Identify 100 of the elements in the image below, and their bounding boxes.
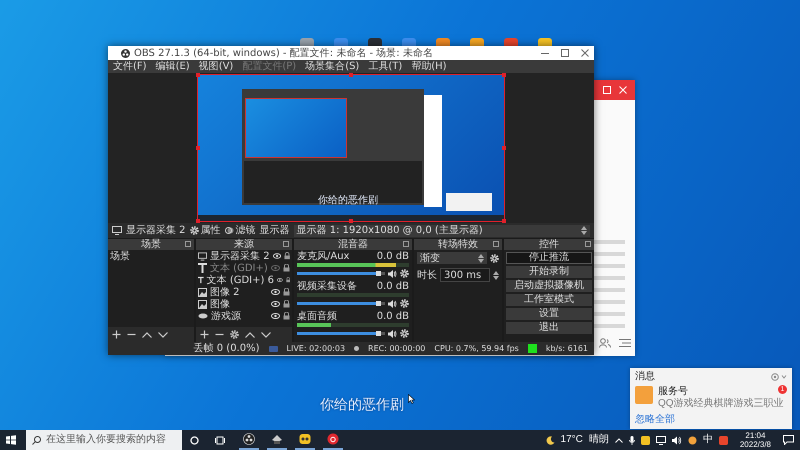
resize-handle[interactable] xyxy=(196,73,200,77)
list-icon[interactable] xyxy=(619,338,631,348)
gear-icon[interactable] xyxy=(230,330,239,339)
gear-icon[interactable] xyxy=(400,269,409,278)
undock-icon[interactable] xyxy=(585,241,591,247)
monitor-icon xyxy=(198,252,208,260)
clock-date: 2022/3/8 xyxy=(740,440,771,449)
lock-icon[interactable] xyxy=(283,264,290,272)
control-button[interactable]: 停止推流 xyxy=(506,252,592,264)
control-button[interactable]: 工作室模式 xyxy=(506,294,592,306)
obs-logo-icon xyxy=(121,48,130,58)
up-down-arrows-icon[interactable] xyxy=(581,226,587,235)
chevron-up-icon[interactable] xyxy=(245,332,255,338)
weather-text: 晴朗 xyxy=(588,434,609,446)
microphone-icon[interactable] xyxy=(628,436,635,444)
bitrate: kb/s: 6161 xyxy=(546,343,588,354)
control-button[interactable]: 退出 xyxy=(506,322,592,334)
undock-icon[interactable] xyxy=(185,241,191,247)
resize-handle[interactable] xyxy=(349,219,353,223)
lock-icon[interactable] xyxy=(286,276,290,284)
scene-item[interactable]: 场景 xyxy=(108,250,194,262)
filters-button[interactable]: 滤镜 xyxy=(224,225,256,236)
obs-app-icon[interactable] xyxy=(243,433,255,445)
source-item[interactable]: 文本 (GDI+) 6 xyxy=(206,274,274,286)
duration-field[interactable]: 300 ms xyxy=(440,268,490,282)
lock-icon[interactable] xyxy=(283,312,290,320)
input-method-indicator[interactable]: 中 xyxy=(702,434,713,446)
lock-icon[interactable] xyxy=(283,288,290,296)
lock-icon[interactable] xyxy=(283,300,290,308)
up-down-arrows-icon[interactable] xyxy=(493,270,499,280)
undock-icon[interactable] xyxy=(283,241,289,247)
plus-icon[interactable] xyxy=(200,330,209,339)
menu-item[interactable]: 视图(V) xyxy=(198,61,234,72)
menu-item[interactable]: 帮助(H) xyxy=(411,61,447,72)
resize-handle[interactable] xyxy=(502,219,506,223)
control-button[interactable]: 开始录制 xyxy=(506,266,592,278)
cpu-usage: CPU: 0.7%, 59.94 fps xyxy=(434,343,519,354)
gear-icon xyxy=(190,226,199,235)
chevron-down-icon[interactable] xyxy=(158,332,168,338)
speaker-icon[interactable] xyxy=(388,300,397,308)
monitor-icon xyxy=(112,226,122,235)
dismiss-all-link[interactable]: 忽略全部 xyxy=(635,414,675,426)
control-button[interactable]: 设置 xyxy=(506,308,592,320)
windows-logo-icon[interactable] xyxy=(6,435,16,445)
maximize-icon[interactable] xyxy=(561,49,569,57)
app-icon[interactable] xyxy=(368,38,382,46)
gear-icon[interactable] xyxy=(400,299,409,308)
resize-handle[interactable] xyxy=(196,146,200,150)
source-item[interactable]: 显示器采集 2 xyxy=(210,250,270,262)
source-item[interactable]: 文本 (GDI+) xyxy=(210,262,268,274)
dock-title: 转场特效 xyxy=(438,239,478,250)
speaker-icon[interactable] xyxy=(388,330,397,338)
network-icon[interactable] xyxy=(656,436,666,444)
resize-handle[interactable] xyxy=(502,73,506,77)
properties-button[interactable]: 属性 xyxy=(190,225,221,236)
app-icon[interactable] xyxy=(538,38,552,46)
face-app-icon[interactable] xyxy=(299,433,311,445)
dropped-frames: 丢帧 0 (0.0%) xyxy=(194,343,260,354)
resize-handle[interactable] xyxy=(196,219,200,223)
task-view-icon[interactable] xyxy=(215,436,225,444)
gear-icon[interactable] xyxy=(400,329,409,338)
music-app-icon[interactable] xyxy=(327,433,339,445)
up-down-arrows-icon[interactable] xyxy=(478,254,484,262)
notification-center-icon[interactable] xyxy=(783,435,794,445)
tray-app-icon[interactable] xyxy=(718,436,728,444)
speaker-icon[interactable] xyxy=(672,436,682,444)
undock-icon[interactable] xyxy=(403,241,409,247)
close-icon[interactable] xyxy=(581,49,589,57)
lock-icon[interactable] xyxy=(284,252,290,260)
menu-item[interactable]: 场景集合(S) xyxy=(305,61,360,72)
people-icon[interactable] xyxy=(599,338,611,348)
gear-icon[interactable] xyxy=(490,254,499,262)
transition-select[interactable]: 渐变 xyxy=(417,252,487,264)
resize-handle[interactable] xyxy=(349,73,353,77)
clock[interactable]: 21:04 2022/3/8 xyxy=(740,431,771,449)
speaker-icon[interactable] xyxy=(388,270,397,278)
eye-shape-icon xyxy=(198,313,208,319)
resize-handle[interactable] xyxy=(502,146,506,150)
chevron-up-icon[interactable] xyxy=(142,332,152,338)
plus-icon[interactable] xyxy=(112,330,121,339)
settings-icon[interactable] xyxy=(771,373,787,381)
search-field[interactable]: 在这里输入你要搜索的内容 xyxy=(26,430,182,450)
undock-icon[interactable] xyxy=(493,241,499,247)
control-button[interactable]: 启动虚拟摄像机 xyxy=(506,280,592,292)
menu-item[interactable]: 编辑(E) xyxy=(156,61,190,72)
clock-time: 21:04 xyxy=(745,431,766,440)
tray-app-icon[interactable] xyxy=(640,436,650,444)
tray-circle-icon[interactable] xyxy=(688,436,697,444)
source-item[interactable]: 游戏源 xyxy=(211,310,268,322)
menu-item[interactable]: 工具(T) xyxy=(368,61,402,72)
image-icon xyxy=(198,288,207,296)
channel-reading: 0.0 dB xyxy=(376,311,409,322)
filter-icon xyxy=(224,226,234,235)
dock-title: 控件 xyxy=(539,239,559,250)
source-item[interactable]: 图像 xyxy=(210,298,268,310)
source-item[interactable]: 图像 2 xyxy=(210,286,268,298)
chevron-down-icon[interactable] xyxy=(261,332,271,338)
menu-item[interactable]: 文件(F) xyxy=(113,61,147,72)
circle-icon[interactable] xyxy=(190,436,199,444)
display-select[interactable]: 显示器 1: 1920x1080 @ 0,0 (主显示器) xyxy=(294,224,590,236)
